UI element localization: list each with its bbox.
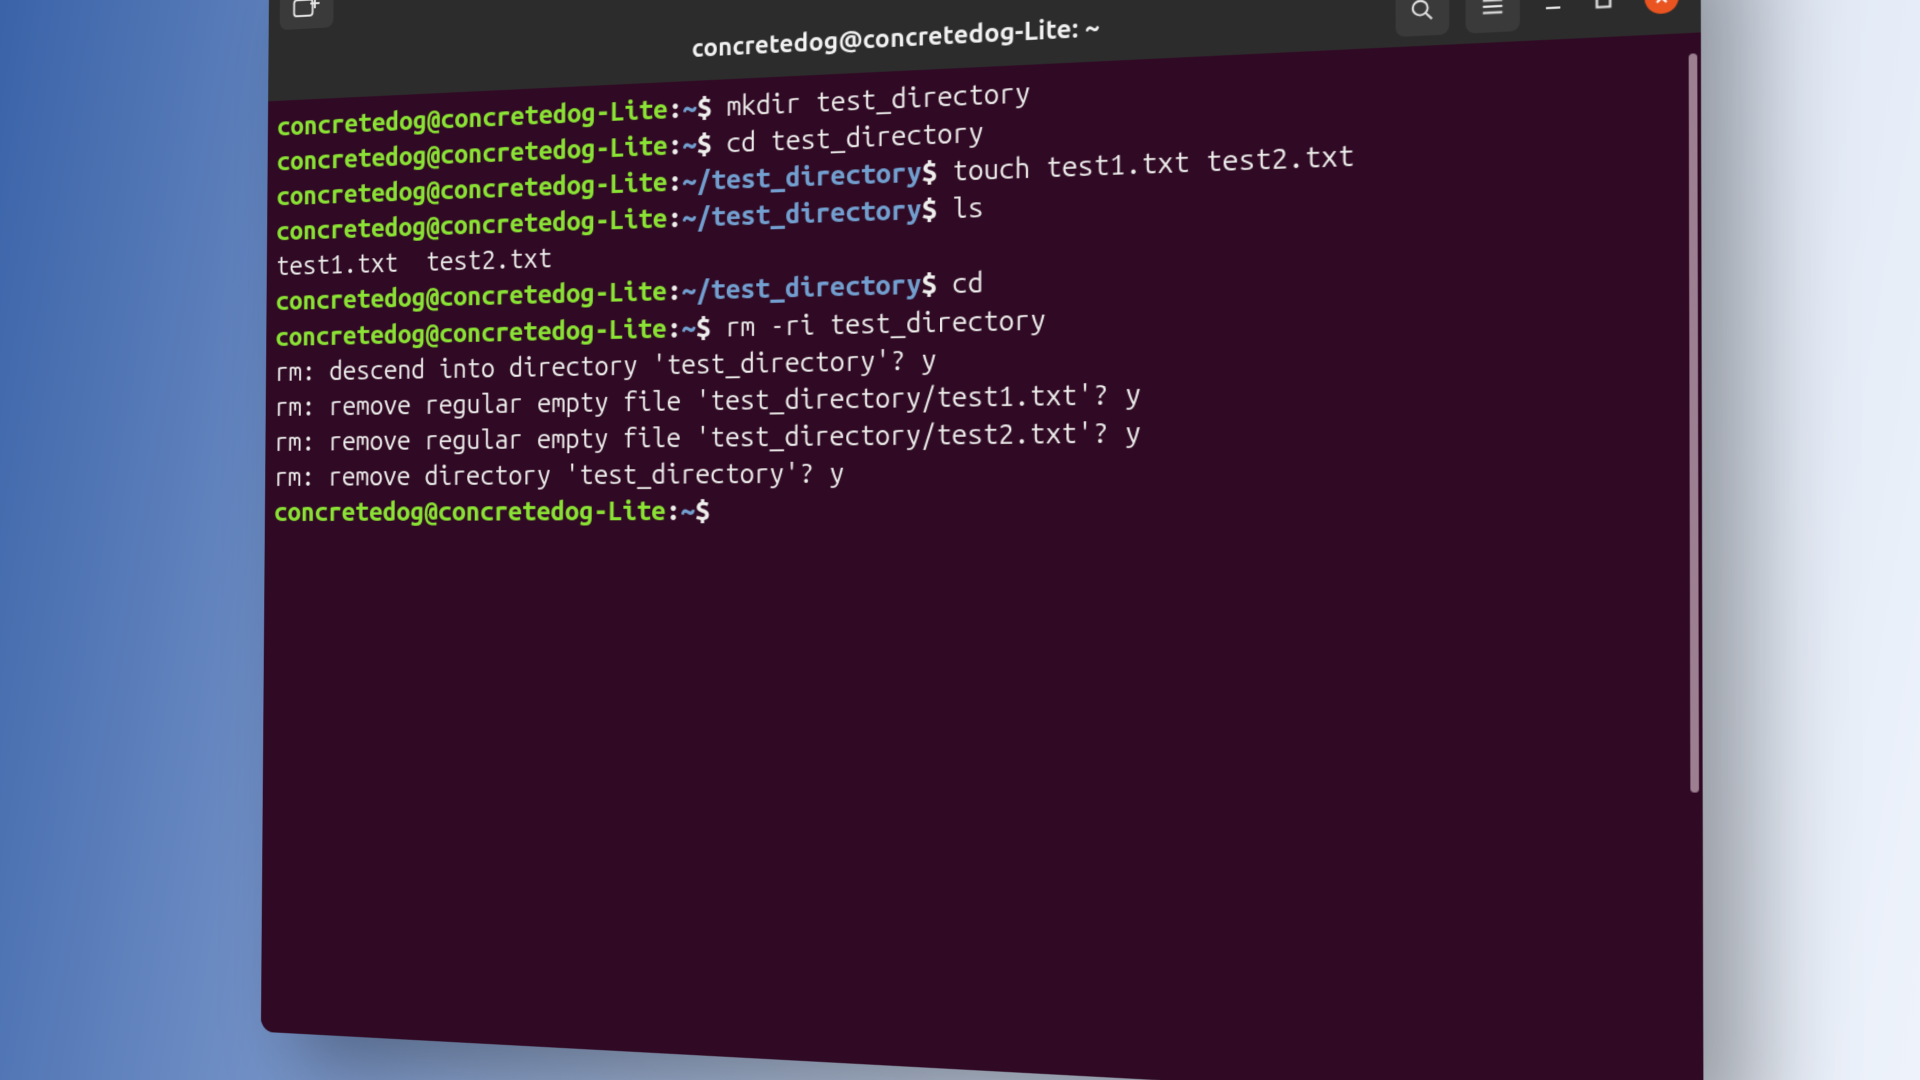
minimize-icon [1542,0,1564,14]
scrollbar[interactable] [1689,53,1699,792]
prompt-command: cd [952,267,983,299]
prompt-separator: : [666,495,681,525]
new-tab-icon [293,0,321,20]
minimize-button[interactable] [1536,0,1569,20]
prompt-path: ~ [682,129,697,160]
new-tab-button[interactable] [280,0,334,30]
prompt-path: ~/test_directory [682,156,922,196]
output-text: rm: remove regular empty file 'test_dire… [275,416,1141,456]
prompt-separator: : [667,275,682,306]
prompt-separator: : [667,202,682,233]
prompt-separator: : [667,312,682,343]
search-icon [1410,0,1436,23]
output-text: test1.txt test2.txt [276,243,552,281]
prompt-dollar: $ [922,155,953,187]
prompt-user: concretedog@concretedog-Lite [274,495,666,526]
prompt-path: ~ [681,312,696,343]
title-actions [1396,0,1679,37]
maximize-icon [1594,0,1613,10]
prompt-command: rm -ri test_directory [725,303,1045,341]
prompt-dollar: $ [921,268,952,300]
prompt-dollar: $ [697,127,727,158]
prompt-path: ~ [680,495,695,525]
terminal-window: concretedog@concretedog-Lite: ~ [261,0,1704,1080]
close-button[interactable] [1645,0,1679,15]
prompt-path: ~/test_directory [682,194,922,233]
menu-button[interactable] [1466,0,1520,34]
terminal-body[interactable]: concretedog@concretedog-Lite:~$ mkdir te… [261,32,1704,1080]
search-button[interactable] [1396,0,1450,37]
output-text: rm: remove directory 'test_directory'? y [274,457,844,491]
prompt-dollar: $ [922,193,953,225]
prompt-separator: : [668,93,683,124]
maximize-button[interactable] [1587,0,1621,17]
close-icon [1653,0,1670,6]
prompt-user: concretedog@concretedog-Lite [276,276,667,316]
prompt-path: ~ [682,92,697,123]
prompt-dollar: $ [695,495,725,525]
prompt-user: concretedog@concretedog-Lite [275,312,667,350]
prompt-dollar: $ [696,311,726,342]
prompt-separator: : [668,166,683,197]
terminal-line: concretedog@concretedog-Lite:~$ [274,487,1690,529]
prompt-path: ~/test_directory [682,269,922,306]
terminal-output: concretedog@concretedog-Lite:~$ mkdir te… [274,42,1690,529]
prompt-dollar: $ [697,91,727,123]
prompt-separator: : [668,129,683,160]
prompt-command: ls [952,192,983,224]
hamburger-icon [1480,0,1506,19]
